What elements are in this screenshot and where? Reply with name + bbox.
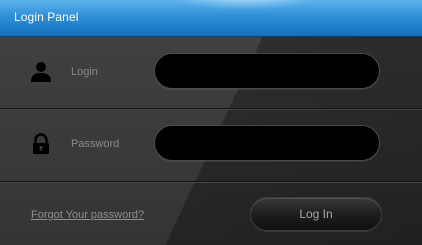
login-row: Login xyxy=(0,37,422,109)
password-row: Password xyxy=(0,110,422,182)
panel-header: Login Panel xyxy=(0,0,422,37)
password-input[interactable] xyxy=(154,125,380,161)
user-icon xyxy=(30,61,52,83)
lock-icon xyxy=(30,133,52,155)
forgot-password-link[interactable]: Forgot Your password? xyxy=(31,209,144,221)
actions-row: Forgot Your password? Log In xyxy=(0,183,422,245)
login-input[interactable] xyxy=(154,53,380,89)
login-panel: Login Panel Login Password Forgot Your p… xyxy=(0,0,422,245)
panel-title: Login Panel xyxy=(14,10,79,24)
login-button[interactable]: Log In xyxy=(250,197,382,231)
login-label: Login xyxy=(71,66,98,78)
password-label: Password xyxy=(71,138,120,150)
